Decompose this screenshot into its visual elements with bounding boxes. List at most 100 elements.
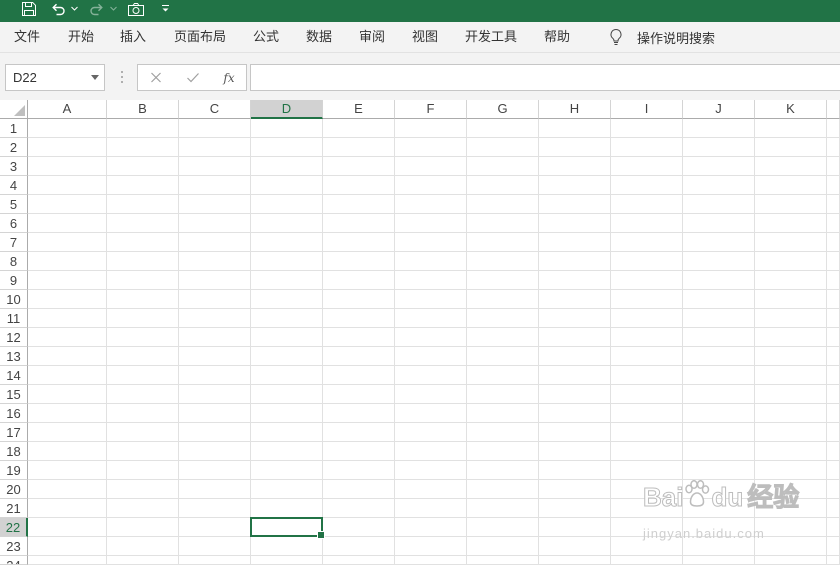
cell-h1[interactable] — [539, 119, 611, 138]
cell-f8[interactable] — [395, 252, 467, 271]
cell-c6[interactable] — [179, 214, 251, 233]
cell-k3[interactable] — [755, 157, 827, 176]
cell-c7[interactable] — [179, 233, 251, 252]
cell-d23[interactable] — [251, 537, 323, 556]
cell-g21[interactable] — [467, 499, 539, 518]
cell-i10[interactable] — [611, 290, 683, 309]
cell-d9[interactable] — [251, 271, 323, 290]
cell-i15[interactable] — [611, 385, 683, 404]
cell-a6[interactable] — [28, 214, 107, 233]
cell-g8[interactable] — [467, 252, 539, 271]
cell-i6[interactable] — [611, 214, 683, 233]
cell-j7[interactable] — [683, 233, 755, 252]
cell-i8[interactable] — [611, 252, 683, 271]
cell-a15[interactable] — [28, 385, 107, 404]
cell-partial[interactable] — [827, 347, 840, 366]
cell-b18[interactable] — [107, 442, 179, 461]
row-header-8[interactable]: 8 — [0, 252, 28, 271]
cell-g22[interactable] — [467, 518, 539, 537]
column-header-f[interactable]: F — [395, 100, 467, 119]
cell-e13[interactable] — [323, 347, 395, 366]
cell-d2[interactable] — [251, 138, 323, 157]
cell-k20[interactable] — [755, 480, 827, 499]
cell-b7[interactable] — [107, 233, 179, 252]
cell-f22[interactable] — [395, 518, 467, 537]
cell-e3[interactable] — [323, 157, 395, 176]
cell-b13[interactable] — [107, 347, 179, 366]
cancel-icon[interactable] — [151, 65, 162, 90]
cell-k17[interactable] — [755, 423, 827, 442]
cell-e6[interactable] — [323, 214, 395, 233]
cell-k8[interactable] — [755, 252, 827, 271]
cell-j19[interactable] — [683, 461, 755, 480]
cell-c23[interactable] — [179, 537, 251, 556]
cell-partial[interactable] — [827, 442, 840, 461]
cell-j20[interactable] — [683, 480, 755, 499]
cell-a8[interactable] — [28, 252, 107, 271]
cell-g13[interactable] — [467, 347, 539, 366]
cell-i13[interactable] — [611, 347, 683, 366]
row-header-4[interactable]: 4 — [0, 176, 28, 195]
cell-d14[interactable] — [251, 366, 323, 385]
cell-a5[interactable] — [28, 195, 107, 214]
cell-a3[interactable] — [28, 157, 107, 176]
column-header-c[interactable]: C — [179, 100, 251, 119]
cell-g6[interactable] — [467, 214, 539, 233]
cell-b5[interactable] — [107, 195, 179, 214]
cell-d6[interactable] — [251, 214, 323, 233]
cell-partial[interactable] — [827, 290, 840, 309]
cell-a11[interactable] — [28, 309, 107, 328]
chevron-down-icon[interactable] — [91, 75, 99, 80]
cell-f21[interactable] — [395, 499, 467, 518]
cell-b3[interactable] — [107, 157, 179, 176]
cell-partial[interactable] — [827, 499, 840, 518]
cell-k2[interactable] — [755, 138, 827, 157]
cell-j17[interactable] — [683, 423, 755, 442]
cell-d5[interactable] — [251, 195, 323, 214]
cell-k6[interactable] — [755, 214, 827, 233]
row-header-16[interactable]: 16 — [0, 404, 28, 423]
cell-f19[interactable] — [395, 461, 467, 480]
cell-c17[interactable] — [179, 423, 251, 442]
cell-h10[interactable] — [539, 290, 611, 309]
cell-h11[interactable] — [539, 309, 611, 328]
cell-b8[interactable] — [107, 252, 179, 271]
enter-icon[interactable] — [187, 65, 200, 90]
cell-i2[interactable] — [611, 138, 683, 157]
cell-f20[interactable] — [395, 480, 467, 499]
cell-d3[interactable] — [251, 157, 323, 176]
cell-e22[interactable] — [323, 518, 395, 537]
row-header-19[interactable]: 19 — [0, 461, 28, 480]
cell-d16[interactable] — [251, 404, 323, 423]
cell-partial[interactable] — [827, 309, 840, 328]
undo-dropdown-button[interactable] — [69, 0, 79, 17]
cell-g5[interactable] — [467, 195, 539, 214]
cell-j8[interactable] — [683, 252, 755, 271]
cell-c16[interactable] — [179, 404, 251, 423]
cell-j12[interactable] — [683, 328, 755, 347]
cell-i1[interactable] — [611, 119, 683, 138]
cell-partial[interactable] — [827, 214, 840, 233]
cell-h7[interactable] — [539, 233, 611, 252]
column-header-g[interactable]: G — [467, 100, 539, 119]
cell-a4[interactable] — [28, 176, 107, 195]
cell-e15[interactable] — [323, 385, 395, 404]
cell-h21[interactable] — [539, 499, 611, 518]
cell-e21[interactable] — [323, 499, 395, 518]
cell-k16[interactable] — [755, 404, 827, 423]
cell-i17[interactable] — [611, 423, 683, 442]
cell-c13[interactable] — [179, 347, 251, 366]
cell-k9[interactable] — [755, 271, 827, 290]
cell-partial[interactable] — [827, 328, 840, 347]
cell-g23[interactable] — [467, 537, 539, 556]
row-header-15[interactable]: 15 — [0, 385, 28, 404]
cell-g14[interactable] — [467, 366, 539, 385]
cell-partial[interactable] — [827, 518, 840, 537]
tab-view[interactable]: 视图 — [412, 22, 438, 52]
formula-input[interactable] — [250, 64, 840, 91]
cell-f18[interactable] — [395, 442, 467, 461]
cell-i11[interactable] — [611, 309, 683, 328]
cell-e5[interactable] — [323, 195, 395, 214]
cell-i24[interactable] — [611, 556, 683, 565]
cell-h18[interactable] — [539, 442, 611, 461]
